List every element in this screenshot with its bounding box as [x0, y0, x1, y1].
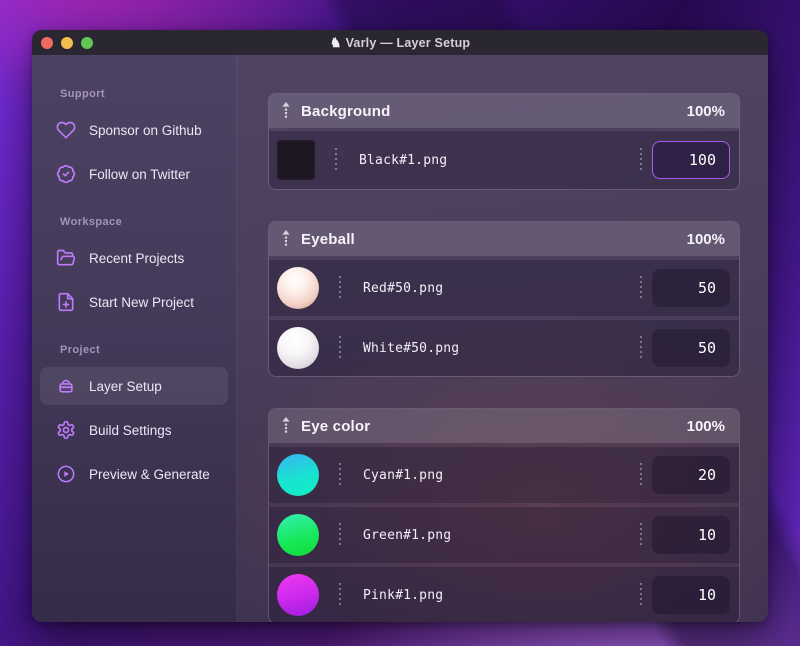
group-header[interactable]: Background 100%	[269, 94, 739, 128]
layer-filename: Pink#1.png	[363, 587, 444, 603]
layer-group-eyeball: Eyeball 100% Red#50.png White#50.png	[268, 221, 740, 377]
dotted-divider	[640, 583, 642, 607]
drag-handle-icon[interactable]	[281, 230, 291, 248]
layer-group-eye-color: Eye color 100% Cyan#1.png Green#1.png	[268, 408, 740, 622]
file-plus-icon	[56, 292, 76, 312]
sidebar-item-label: Sponsor on Github	[89, 122, 202, 138]
layer-row: Red#50.png	[269, 260, 739, 316]
sidebar-item-start-new-project[interactable]: Start New Project	[40, 283, 228, 321]
dotted-divider	[339, 276, 341, 300]
drag-handle-icon[interactable]	[281, 417, 291, 435]
layer-row: Cyan#1.png	[269, 447, 739, 503]
sidebar-item-label: Follow on Twitter	[89, 166, 191, 182]
drag-handle-icon[interactable]	[281, 102, 291, 120]
minimize-button[interactable]	[61, 36, 73, 49]
dotted-divider	[339, 463, 341, 487]
dotted-divider	[640, 276, 642, 300]
dotted-divider	[640, 336, 642, 360]
badge-check-icon	[56, 164, 76, 184]
folder-open-icon	[56, 248, 76, 268]
sidebar: Support Sponsor on Github Follow on Twit…	[32, 55, 237, 622]
layer-weight-input[interactable]	[652, 576, 730, 614]
sidebar-item-label: Preview & Generate	[89, 466, 210, 482]
group-name: Background	[301, 102, 391, 120]
sidebar-item-label: Build Settings	[89, 422, 172, 438]
group-weight: 100%	[686, 102, 725, 120]
heart-icon	[56, 120, 76, 140]
dotted-divider	[335, 148, 337, 172]
layer-weight-input[interactable]	[652, 141, 730, 179]
layer-row: White#50.png	[269, 320, 739, 376]
dotted-divider	[640, 148, 642, 172]
layer-thumbnail	[277, 514, 319, 556]
sidebar-item-sponsor-on-github[interactable]: Sponsor on Github	[40, 111, 228, 149]
group-weight: 100%	[686, 230, 725, 248]
group-header[interactable]: Eyeball 100%	[269, 222, 739, 256]
layer-setup-panel: Background 100% Black#1.png Eyeball	[237, 55, 768, 622]
titlebar[interactable]: ♞ Varly — Layer Setup	[32, 30, 768, 55]
layer-thumbnail	[277, 574, 319, 616]
layer-weight-input[interactable]	[652, 516, 730, 554]
layer-box-icon	[56, 376, 76, 396]
layer-thumbnail	[277, 267, 319, 309]
zoom-button[interactable]	[81, 36, 93, 49]
layer-weight-input[interactable]	[652, 329, 730, 367]
layer-filename: Black#1.png	[359, 152, 448, 168]
layer-weight-input[interactable]	[652, 456, 730, 494]
layer-thumbnail	[277, 327, 319, 369]
gear-icon	[56, 420, 76, 440]
sidebar-item-recent-projects[interactable]: Recent Projects	[40, 239, 228, 277]
dotted-divider	[640, 463, 642, 487]
layer-filename: White#50.png	[363, 340, 460, 356]
sidebar-item-label: Recent Projects	[89, 250, 185, 266]
layer-thumbnail	[277, 454, 319, 496]
sidebar-item-label: Layer Setup	[89, 378, 162, 394]
layer-row: Pink#1.png	[269, 567, 739, 622]
sidebar-item-layer-setup[interactable]: Layer Setup	[40, 367, 228, 405]
layer-filename: Green#1.png	[363, 527, 452, 543]
group-header[interactable]: Eye color 100%	[269, 409, 739, 443]
unicorn-icon: ♞	[329, 34, 342, 50]
sidebar-item-label: Start New Project	[89, 294, 195, 310]
play-circle-icon	[56, 464, 76, 484]
layer-filename: Cyan#1.png	[363, 467, 444, 483]
dotted-divider	[640, 523, 642, 547]
layer-filename: Red#50.png	[363, 280, 444, 296]
window-title: ♞ Varly — Layer Setup	[329, 34, 471, 50]
sidebar-section-support: Support	[60, 88, 105, 100]
sidebar-item-follow-on-twitter[interactable]: Follow on Twitter	[40, 155, 228, 193]
layer-group-background: Background 100% Black#1.png	[268, 93, 740, 190]
dotted-divider	[339, 523, 341, 547]
traffic-lights	[32, 36, 93, 49]
sidebar-section-workspace: Workspace	[60, 216, 123, 228]
app-window: ♞ Varly — Layer Setup Support Sponsor on …	[32, 30, 768, 622]
layer-row: Green#1.png	[269, 507, 739, 563]
sidebar-item-build-settings[interactable]: Build Settings	[40, 411, 228, 449]
dotted-divider	[339, 583, 341, 607]
group-name: Eyeball	[301, 230, 355, 248]
layer-row: Black#1.png	[269, 131, 739, 189]
group-weight: 100%	[686, 417, 725, 435]
layer-weight-input[interactable]	[652, 269, 730, 307]
close-button[interactable]	[41, 36, 53, 49]
group-name: Eye color	[301, 417, 371, 435]
sidebar-item-preview-generate[interactable]: Preview & Generate	[40, 455, 228, 493]
sidebar-section-project: Project	[60, 344, 101, 356]
dotted-divider	[339, 336, 341, 360]
layer-thumbnail	[277, 140, 315, 180]
